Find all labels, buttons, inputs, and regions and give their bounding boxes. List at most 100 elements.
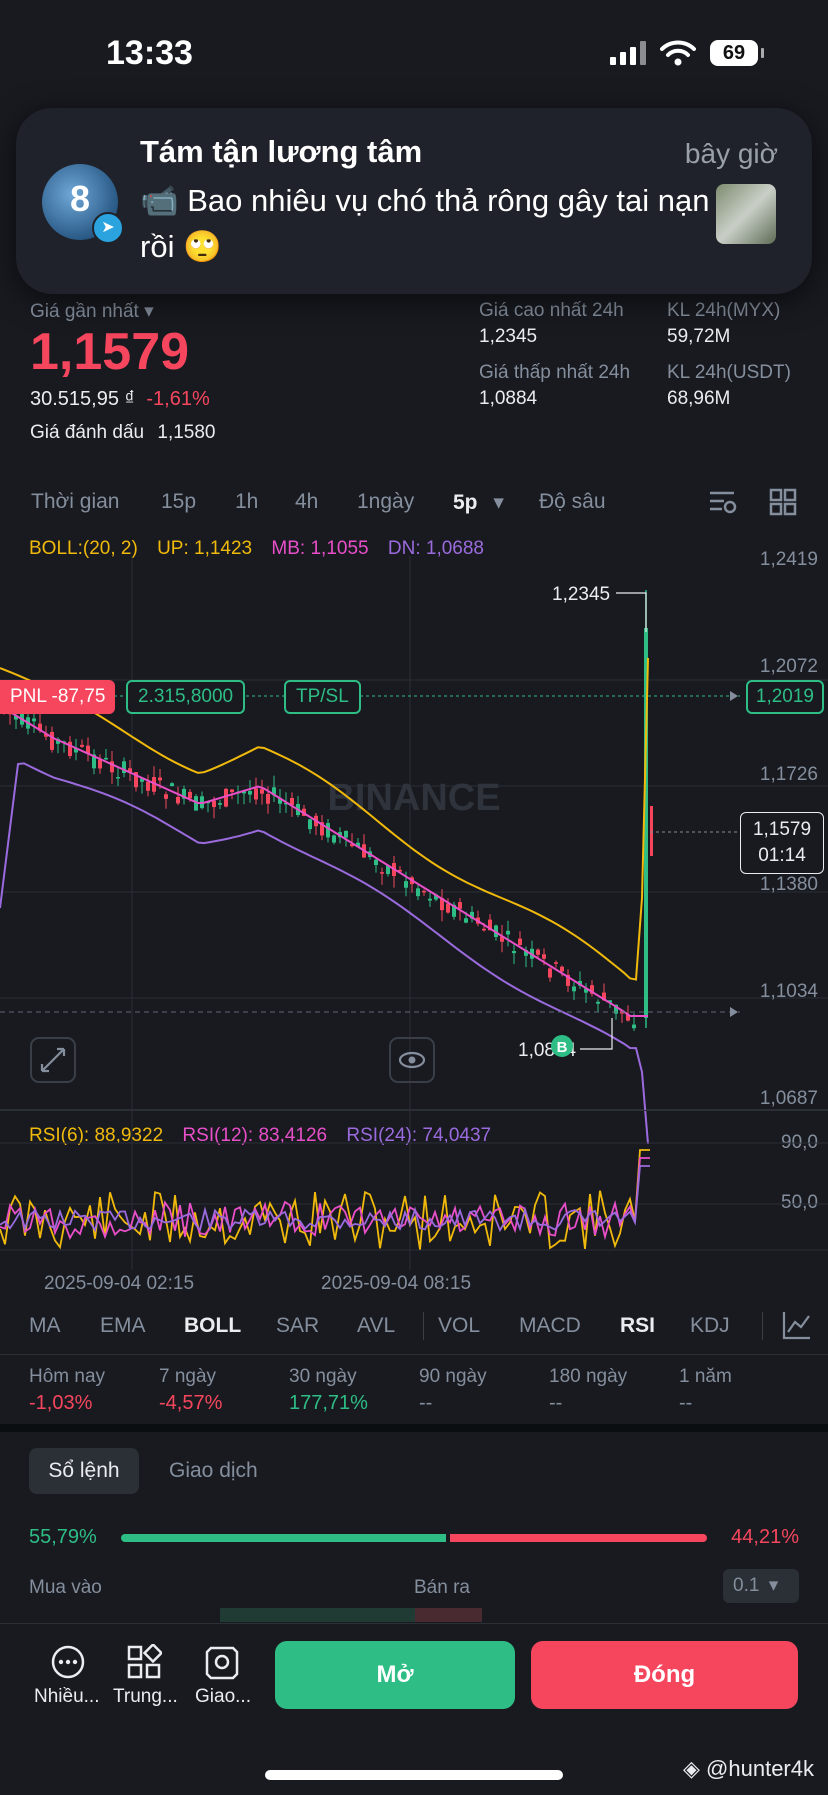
candle-body	[98, 759, 102, 769]
candle-body	[50, 731, 54, 750]
home-indicator[interactable]	[265, 1770, 563, 1780]
candle-body	[632, 1024, 636, 1029]
high-label: Giá cao nhất 24h	[479, 300, 624, 321]
candle-body	[536, 949, 540, 955]
low-label: Giá thấp nhất 24h	[479, 362, 631, 383]
indicator-boll[interactable]: BOLL	[184, 1314, 241, 1338]
tab-5m[interactable]: 5p ▾	[453, 490, 504, 515]
candle-body	[158, 777, 162, 781]
chart-settings-icon[interactable]	[708, 488, 738, 516]
candle-body	[164, 794, 168, 799]
section-divider	[0, 1424, 828, 1432]
current-price: 1,1579	[752, 819, 812, 840]
price-axis-label: 1,2072	[759, 656, 818, 677]
indicator-kdj[interactable]: KDJ	[690, 1314, 730, 1338]
candle-body	[230, 789, 234, 793]
binance-logo-icon: ◈	[683, 1756, 700, 1781]
tab-4h[interactable]: 4h	[295, 490, 318, 514]
candle-body	[254, 788, 258, 800]
candle-body	[224, 788, 228, 807]
bollinger-bands	[0, 657, 649, 1145]
tab-depth[interactable]: Độ sâu	[539, 490, 606, 514]
candle-body	[422, 890, 426, 893]
perf-value: --	[679, 1392, 693, 1414]
fiat-price: 30.515,95 ₫	[30, 388, 135, 410]
more-icon[interactable]	[50, 1644, 86, 1680]
tab-15m[interactable]: 15p	[161, 490, 196, 514]
candle-body	[554, 962, 558, 964]
candle-body	[380, 872, 384, 874]
expand-button[interactable]	[30, 1037, 76, 1083]
status-icons: 69	[610, 40, 764, 66]
candle-body	[104, 757, 108, 760]
buy-percentage: 55,79%	[29, 1526, 97, 1548]
close-position-button[interactable]: Đóng	[531, 1641, 798, 1709]
candle-body	[464, 918, 468, 923]
open-position-button[interactable]: Mở	[275, 1641, 515, 1709]
pnl-badge[interactable]: PNL -87,75	[0, 680, 116, 714]
notification-body: 📹 Bao nhiêu vụ chó thả rông gây tai nạn …	[140, 183, 710, 264]
tab-order-book[interactable]: Sổ lệnh	[29, 1448, 139, 1494]
binance-watermark: BINANCE	[327, 777, 500, 819]
time-axis-label: 2025-09-04 08:15	[321, 1273, 472, 1294]
price-change: -1,61%	[146, 388, 210, 410]
perf-value: --	[419, 1392, 433, 1414]
battery-icon: 69	[710, 40, 764, 66]
grid-layout-icon[interactable]	[769, 488, 797, 516]
high-marker-line	[616, 592, 647, 632]
rsi12-line	[0, 1157, 650, 1241]
perf-value: -1,03%	[29, 1392, 93, 1414]
divider	[0, 1110, 828, 1111]
last-price: 1,1579	[30, 323, 190, 381]
indicator-ma[interactable]: MA	[29, 1314, 61, 1338]
candle-body	[548, 968, 552, 978]
indicator-vol[interactable]: VOL	[438, 1314, 480, 1338]
indicator-settings-icon[interactable]	[782, 1310, 812, 1340]
price-axis-label: 1,2419	[759, 549, 818, 570]
tab-time[interactable]: Thời gian	[31, 490, 119, 514]
last-price-label[interactable]: Giá gần nhất ▾	[30, 300, 154, 323]
candle-body	[218, 803, 222, 805]
indicator-rsi[interactable]: RSI	[620, 1314, 655, 1338]
candle-body	[248, 790, 252, 795]
perf-value: 177,71%	[289, 1392, 368, 1414]
candle-body	[344, 830, 348, 838]
chevron-down-icon: ▾	[144, 301, 154, 322]
vol1-value: 59,72M	[667, 326, 731, 347]
vol1-label: KL 24h(MYX)	[667, 300, 781, 321]
position-price-tag: 1,2019	[745, 680, 824, 714]
trade-icon[interactable]	[204, 1644, 240, 1680]
price-step-select[interactable]: 0.1 ▾	[723, 1569, 799, 1603]
tab-1h[interactable]: 1h	[235, 490, 258, 514]
indicator-macd[interactable]: MACD	[519, 1314, 581, 1338]
mark-price: 1,1580	[157, 422, 216, 443]
divider	[0, 1354, 828, 1355]
notification-thumbnail	[716, 184, 776, 244]
price-axis-label: 1,0687	[759, 1088, 818, 1109]
rsi-chart	[0, 1140, 828, 1270]
more-label[interactable]: Nhiều...	[34, 1686, 99, 1708]
tab-1d[interactable]: 1ngày	[357, 490, 414, 514]
trade-label[interactable]: Giao...	[195, 1686, 251, 1708]
candle-body	[176, 796, 180, 804]
divider	[762, 1312, 763, 1340]
indicator-sar[interactable]: SAR	[276, 1314, 319, 1338]
cellular-signal-icon	[610, 41, 646, 65]
candle-body	[260, 789, 264, 794]
tp-sl-button[interactable]: TP/SL	[284, 680, 361, 714]
hub-icon[interactable]	[126, 1644, 162, 1680]
indicator-ema[interactable]: EMA	[100, 1314, 146, 1338]
notification-time: bây giờ	[684, 138, 778, 169]
indicator-avl[interactable]: AVL	[357, 1314, 395, 1338]
notification-sender: Tám tận lương tâm	[140, 134, 423, 169]
hub-label[interactable]: Trung...	[113, 1686, 178, 1708]
depth-bars	[220, 1608, 482, 1622]
candle-body	[512, 951, 516, 954]
eye-toggle-button[interactable]	[389, 1037, 435, 1083]
buy-marker-label: B	[557, 1039, 568, 1056]
candle-body	[416, 888, 420, 897]
arrow-right-icon	[730, 1007, 738, 1017]
push-notification[interactable]: 8 ➤ Tám tận lương tâm bây giờ 📹 Bao nhiê…	[16, 108, 812, 294]
candle-body	[596, 1001, 600, 1004]
tab-trades[interactable]: Giao dịch	[169, 1448, 258, 1494]
